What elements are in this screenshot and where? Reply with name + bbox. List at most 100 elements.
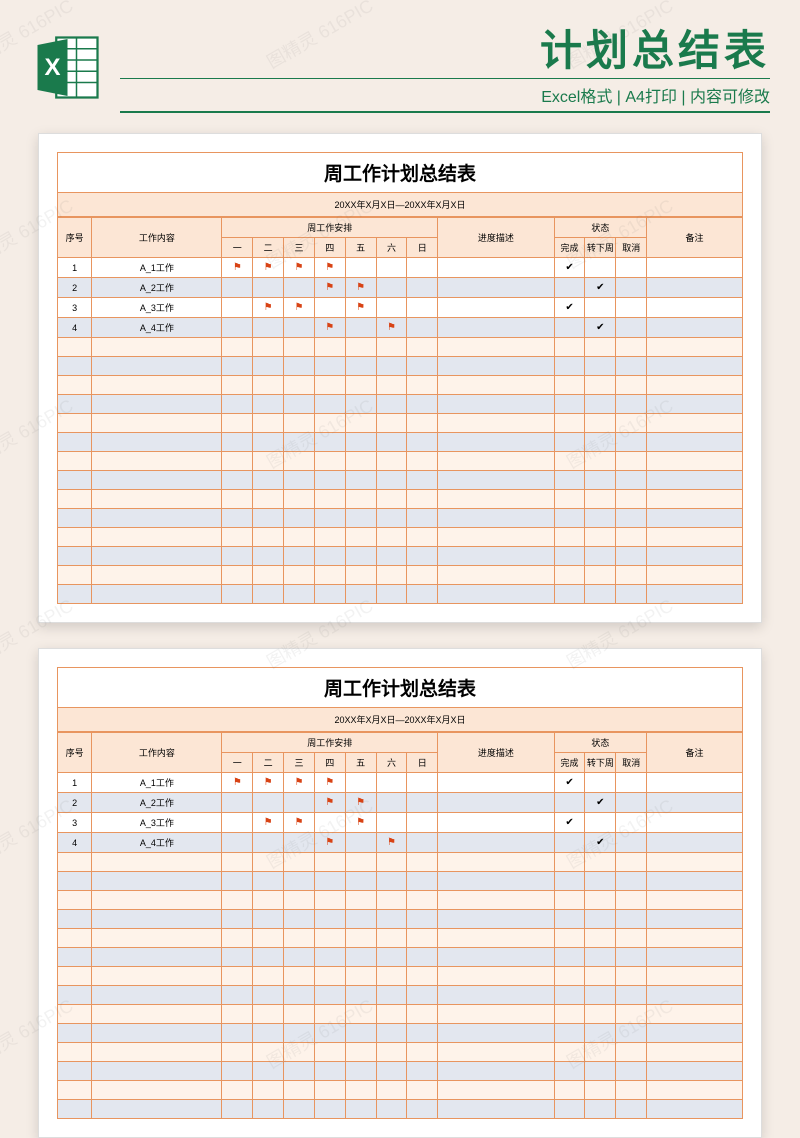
cell-day: ⚑ (253, 813, 284, 833)
cell-day: ⚑ (314, 793, 345, 813)
table-row (58, 471, 743, 490)
cell-remark (647, 793, 743, 813)
cell-day (376, 793, 407, 813)
cell-day: ⚑ (345, 813, 376, 833)
table-row (58, 872, 743, 891)
table-row (58, 1100, 743, 1119)
cell-day (284, 833, 315, 853)
cell-day (253, 833, 284, 853)
cell-status (616, 773, 647, 793)
flag-icon: ⚑ (264, 262, 273, 273)
table-row (58, 509, 743, 528)
header-day: 二 (253, 753, 284, 773)
flag-icon: ⚑ (233, 262, 242, 273)
cell-content: A_3工作 (92, 813, 222, 833)
flag-icon: ⚑ (325, 797, 334, 808)
flag-icon: ⚑ (294, 302, 303, 313)
check-icon: ✔ (565, 817, 573, 828)
cell-status (585, 773, 616, 793)
check-icon: ✔ (596, 282, 604, 293)
header-day: 五 (345, 238, 376, 258)
check-icon: ✔ (596, 797, 604, 808)
cell-day (376, 773, 407, 793)
cell-content: A_4工作 (92, 318, 222, 338)
cell-day: ⚑ (253, 773, 284, 793)
header-schedule-group: 周工作安排 (222, 733, 438, 753)
cell-progress (438, 833, 554, 853)
cell-day (407, 278, 438, 298)
cell-day (407, 793, 438, 813)
cell-day (222, 813, 253, 833)
header-day: 五 (345, 753, 376, 773)
header-remark: 备注 (647, 218, 743, 258)
table-row (58, 967, 743, 986)
cell-status (554, 793, 585, 813)
cell-day (314, 813, 345, 833)
header-status-group: 状态 (554, 218, 646, 238)
header-day: 一 (222, 238, 253, 258)
cell-day (376, 258, 407, 278)
header-remark: 备注 (647, 733, 743, 773)
header-status: 转下周 (585, 753, 616, 773)
flag-icon: ⚑ (325, 322, 334, 333)
cell-content: A_1工作 (92, 773, 222, 793)
plan-table: 序号工作内容周工作安排进度描述状态备注一二三四五六日完成转下周取消1A_1工作⚑… (57, 217, 743, 604)
table-row (58, 376, 743, 395)
header-status: 取消 (616, 753, 647, 773)
table-row (58, 891, 743, 910)
cell-status: ✔ (554, 258, 585, 278)
cell-remark (647, 258, 743, 278)
cell-day (253, 278, 284, 298)
cell-day (407, 318, 438, 338)
cell-status (554, 318, 585, 338)
cell-day: ⚑ (222, 773, 253, 793)
flag-icon: ⚑ (356, 797, 365, 808)
table-row: 4A_4工作⚑⚑✔ (58, 318, 743, 338)
cell-status: ✔ (554, 813, 585, 833)
cell-day (222, 278, 253, 298)
table-title: 周工作计划总结表 (57, 667, 743, 708)
cell-day (284, 278, 315, 298)
cell-day: ⚑ (345, 793, 376, 813)
cell-seq: 2 (58, 278, 92, 298)
cell-day: ⚑ (376, 833, 407, 853)
cell-day (222, 298, 253, 318)
cell-day (253, 793, 284, 813)
cell-day: ⚑ (222, 258, 253, 278)
cell-status (616, 258, 647, 278)
header-day: 六 (376, 753, 407, 773)
table-row (58, 1024, 743, 1043)
cell-day: ⚑ (345, 278, 376, 298)
cell-day (407, 258, 438, 278)
main-title: 计划总结表 (120, 30, 770, 72)
flag-icon: ⚑ (325, 837, 334, 848)
cell-status (585, 298, 616, 318)
header-day: 三 (284, 238, 315, 258)
cell-day: ⚑ (314, 278, 345, 298)
cell-progress (438, 318, 554, 338)
flag-icon: ⚑ (325, 262, 334, 273)
cell-status (616, 833, 647, 853)
flag-icon: ⚑ (294, 817, 303, 828)
cell-progress (438, 773, 554, 793)
header-content: 工作内容 (92, 218, 222, 258)
flag-icon: ⚑ (387, 322, 396, 333)
check-icon: ✔ (596, 837, 604, 848)
flag-icon: ⚑ (356, 302, 365, 313)
header-schedule-group: 周工作安排 (222, 218, 438, 238)
date-range: 20XX年X月X日—20XX年X月X日 (57, 193, 743, 217)
header-day: 三 (284, 753, 315, 773)
cell-remark (647, 833, 743, 853)
cell-seq: 3 (58, 813, 92, 833)
check-icon: ✔ (565, 302, 573, 313)
cell-progress (438, 813, 554, 833)
cell-status (554, 833, 585, 853)
cell-day: ⚑ (314, 318, 345, 338)
table-row (58, 490, 743, 509)
cell-progress (438, 298, 554, 318)
cell-status (585, 258, 616, 278)
flag-icon: ⚑ (264, 302, 273, 313)
cell-day (345, 833, 376, 853)
excel-icon: X (30, 30, 105, 105)
table-row (58, 547, 743, 566)
